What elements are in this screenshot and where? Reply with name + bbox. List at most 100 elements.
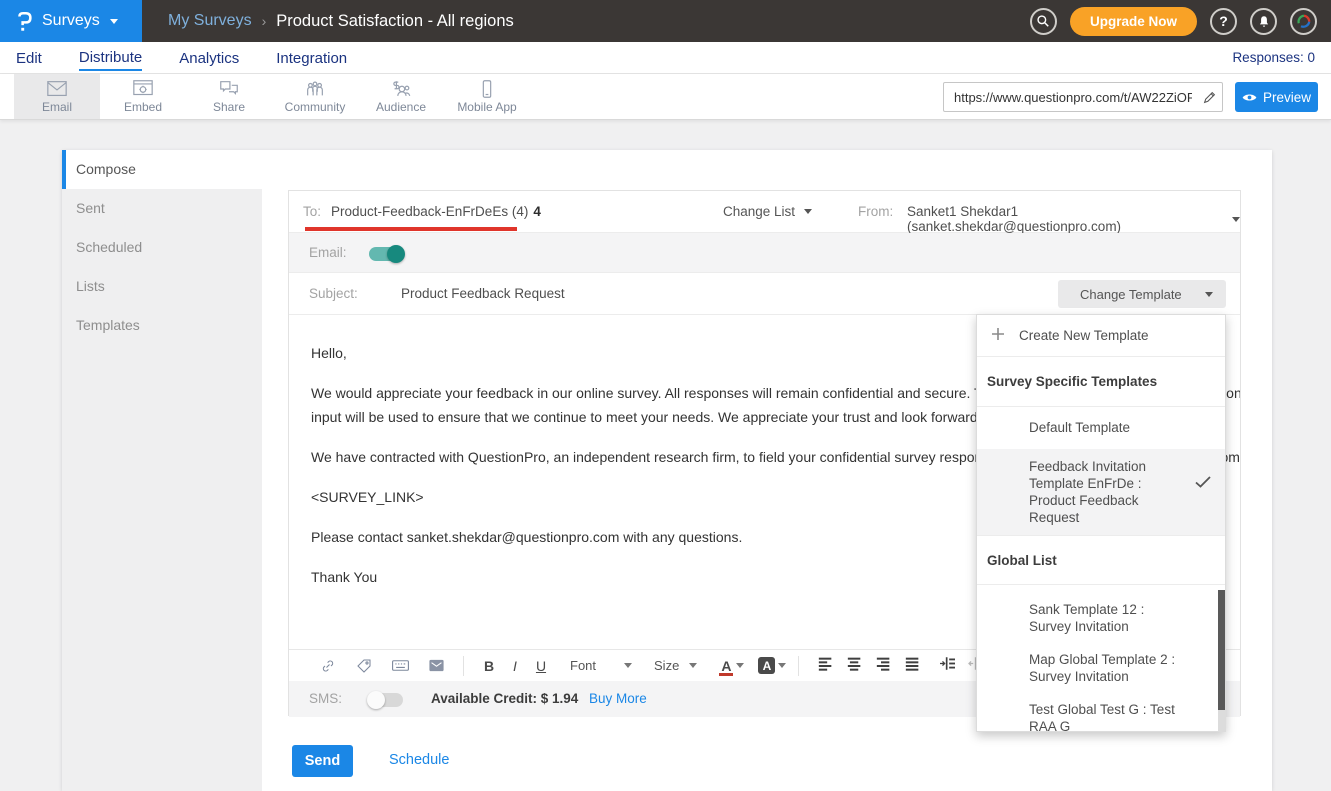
- channel-share[interactable]: Share: [186, 74, 272, 119]
- from-sender-value: Sanket1 Shekdar1 (sanket.shekdar@questio…: [907, 204, 1224, 234]
- sidebar-item-sent[interactable]: Sent: [62, 189, 262, 228]
- menu-item-sank-template-12[interactable]: Sank Template 12 : Survey Invitation: [977, 593, 1225, 643]
- mail-image-icon: [428, 658, 445, 673]
- search-button[interactable]: [1030, 8, 1057, 35]
- breadcrumb-separator-icon: ›: [262, 13, 267, 29]
- change-template-button[interactable]: Change Template: [1058, 280, 1226, 308]
- account-avatar[interactable]: [1290, 8, 1317, 35]
- questionpro-logo-icon: [14, 9, 34, 33]
- underline-button[interactable]: U: [528, 658, 554, 674]
- survey-url-box: [943, 82, 1223, 112]
- search-icon: [1036, 14, 1050, 28]
- tab-distribute[interactable]: Distribute: [79, 45, 142, 71]
- chat-bubbles-icon: [218, 79, 240, 99]
- align-left-button[interactable]: [817, 656, 834, 676]
- survey-tabs-bar: Edit Distribute Analytics Integration Re…: [0, 42, 1331, 74]
- channel-embed[interactable]: Embed: [100, 74, 186, 119]
- email-sidebar: Compose Sent Scheduled Lists Templates: [62, 150, 262, 791]
- align-right-icon: [875, 656, 892, 671]
- italic-button[interactable]: I: [502, 658, 528, 674]
- email-toggle[interactable]: [369, 247, 403, 261]
- edit-url-button[interactable]: [1196, 91, 1222, 104]
- menu-item-create-new-template[interactable]: Create New Template: [977, 315, 1225, 357]
- sms-toggle[interactable]: [369, 693, 403, 707]
- eye-icon: [1242, 92, 1257, 103]
- checkmark-icon: [1195, 475, 1211, 492]
- font-family-select[interactable]: Font: [570, 658, 632, 673]
- tab-integration[interactable]: Integration: [276, 46, 347, 70]
- distribute-channel-bar: Email Embed Share Community Audience Mob…: [0, 74, 1331, 120]
- upgrade-now-button[interactable]: Upgrade Now: [1070, 7, 1197, 36]
- menu-item-map-global-template-2[interactable]: Map Global Template 2 : Survey Invitatio…: [977, 643, 1225, 693]
- scrollbar-thumb[interactable]: [1218, 590, 1225, 710]
- sidebar-item-compose[interactable]: Compose: [62, 150, 262, 189]
- toolbar-divider: [798, 656, 799, 676]
- buy-more-link[interactable]: Buy More: [589, 691, 647, 706]
- menu-item-test-global-test-g[interactable]: Test Global Test G : Test RAA G: [977, 693, 1225, 731]
- scrollbar-track: [1218, 710, 1225, 731]
- change-list-label: Change List: [723, 204, 795, 219]
- insert-link-button[interactable]: [313, 653, 343, 679]
- channel-community[interactable]: Community: [272, 74, 358, 119]
- phone-icon: [476, 79, 498, 99]
- indent-button[interactable]: [939, 656, 956, 676]
- questionpro-distribute-page: Surveys My Surveys › Product Satisfactio…: [0, 0, 1331, 791]
- chevron-down-icon: [804, 209, 812, 214]
- header-actions: Upgrade Now ?: [1030, 7, 1331, 36]
- responses-count[interactable]: Responses: 0: [1232, 50, 1315, 65]
- preview-button[interactable]: Preview: [1235, 82, 1318, 112]
- change-list-dropdown[interactable]: Change List: [723, 204, 812, 219]
- tag-icon: [355, 657, 373, 675]
- menu-item-default-template[interactable]: Default Template: [977, 407, 1225, 449]
- keyboard-icon: [391, 658, 410, 673]
- notifications-button[interactable]: [1250, 8, 1277, 35]
- chevron-down-icon: [736, 663, 744, 668]
- to-recipient-count: 4: [533, 204, 541, 219]
- tab-analytics[interactable]: Analytics: [179, 46, 239, 70]
- schedule-link[interactable]: Schedule: [389, 752, 449, 768]
- size-select-label: Size: [654, 658, 679, 673]
- text-color-button[interactable]: A: [719, 658, 733, 674]
- bell-icon: [1257, 14, 1271, 29]
- align-justify-icon: [904, 656, 921, 671]
- from-sender-dropdown[interactable]: Sanket1 Shekdar1 (sanket.shekdar@questio…: [907, 204, 1240, 234]
- align-right-button[interactable]: [875, 656, 892, 676]
- product-switcher[interactable]: Surveys: [0, 0, 142, 42]
- keyboard-button[interactable]: [385, 653, 415, 679]
- align-justify-button[interactable]: [904, 656, 921, 676]
- from-label: From:: [858, 204, 893, 219]
- subject-value[interactable]: Product Feedback Request: [401, 286, 565, 301]
- plus-icon: [991, 327, 1005, 344]
- tab-edit[interactable]: Edit: [16, 46, 42, 70]
- channel-audience[interactable]: Audience: [358, 74, 444, 119]
- help-button[interactable]: ?: [1210, 8, 1237, 35]
- survey-url-input[interactable]: [944, 90, 1196, 105]
- sidebar-item-lists[interactable]: Lists: [62, 267, 262, 306]
- sidebar-item-templates[interactable]: Templates: [62, 306, 262, 345]
- dollar-people-icon: [390, 79, 412, 99]
- channel-mobile-app[interactable]: Mobile App: [444, 74, 530, 119]
- send-button[interactable]: Send: [292, 745, 353, 777]
- align-center-button[interactable]: [846, 656, 863, 676]
- channel-label: Email: [42, 100, 72, 114]
- product-switcher-label: Surveys: [42, 12, 100, 30]
- sidebar-item-scheduled[interactable]: Scheduled: [62, 228, 262, 267]
- insert-email-button[interactable]: [421, 653, 451, 679]
- channel-label: Share: [213, 100, 245, 114]
- menu-item-feedback-invitation-template[interactable]: Feedback Invitation Template EnFrDe : Pr…: [977, 449, 1225, 536]
- bold-button[interactable]: B: [476, 658, 502, 674]
- selected-template-label: Feedback Invitation Template EnFrDe : Pr…: [1029, 459, 1146, 525]
- preview-button-label: Preview: [1263, 90, 1311, 105]
- to-list-name[interactable]: Product-Feedback-EnFrDeEs (4)4: [331, 204, 541, 219]
- breadcrumb-my-surveys[interactable]: My Surveys: [168, 12, 252, 30]
- text-color-swatch: [719, 673, 733, 676]
- link-icon: [319, 657, 337, 675]
- channel-email[interactable]: Email: [14, 74, 100, 119]
- change-template-label: Change Template: [1080, 287, 1182, 302]
- menu-section-global-list: Global List: [977, 536, 1225, 585]
- merge-tag-button[interactable]: [349, 653, 379, 679]
- background-color-button[interactable]: A: [758, 657, 775, 674]
- breadcrumb: My Surveys › Product Satisfaction - All …: [168, 12, 514, 31]
- chevron-down-icon: [1232, 217, 1240, 222]
- font-size-select[interactable]: Size: [654, 658, 697, 673]
